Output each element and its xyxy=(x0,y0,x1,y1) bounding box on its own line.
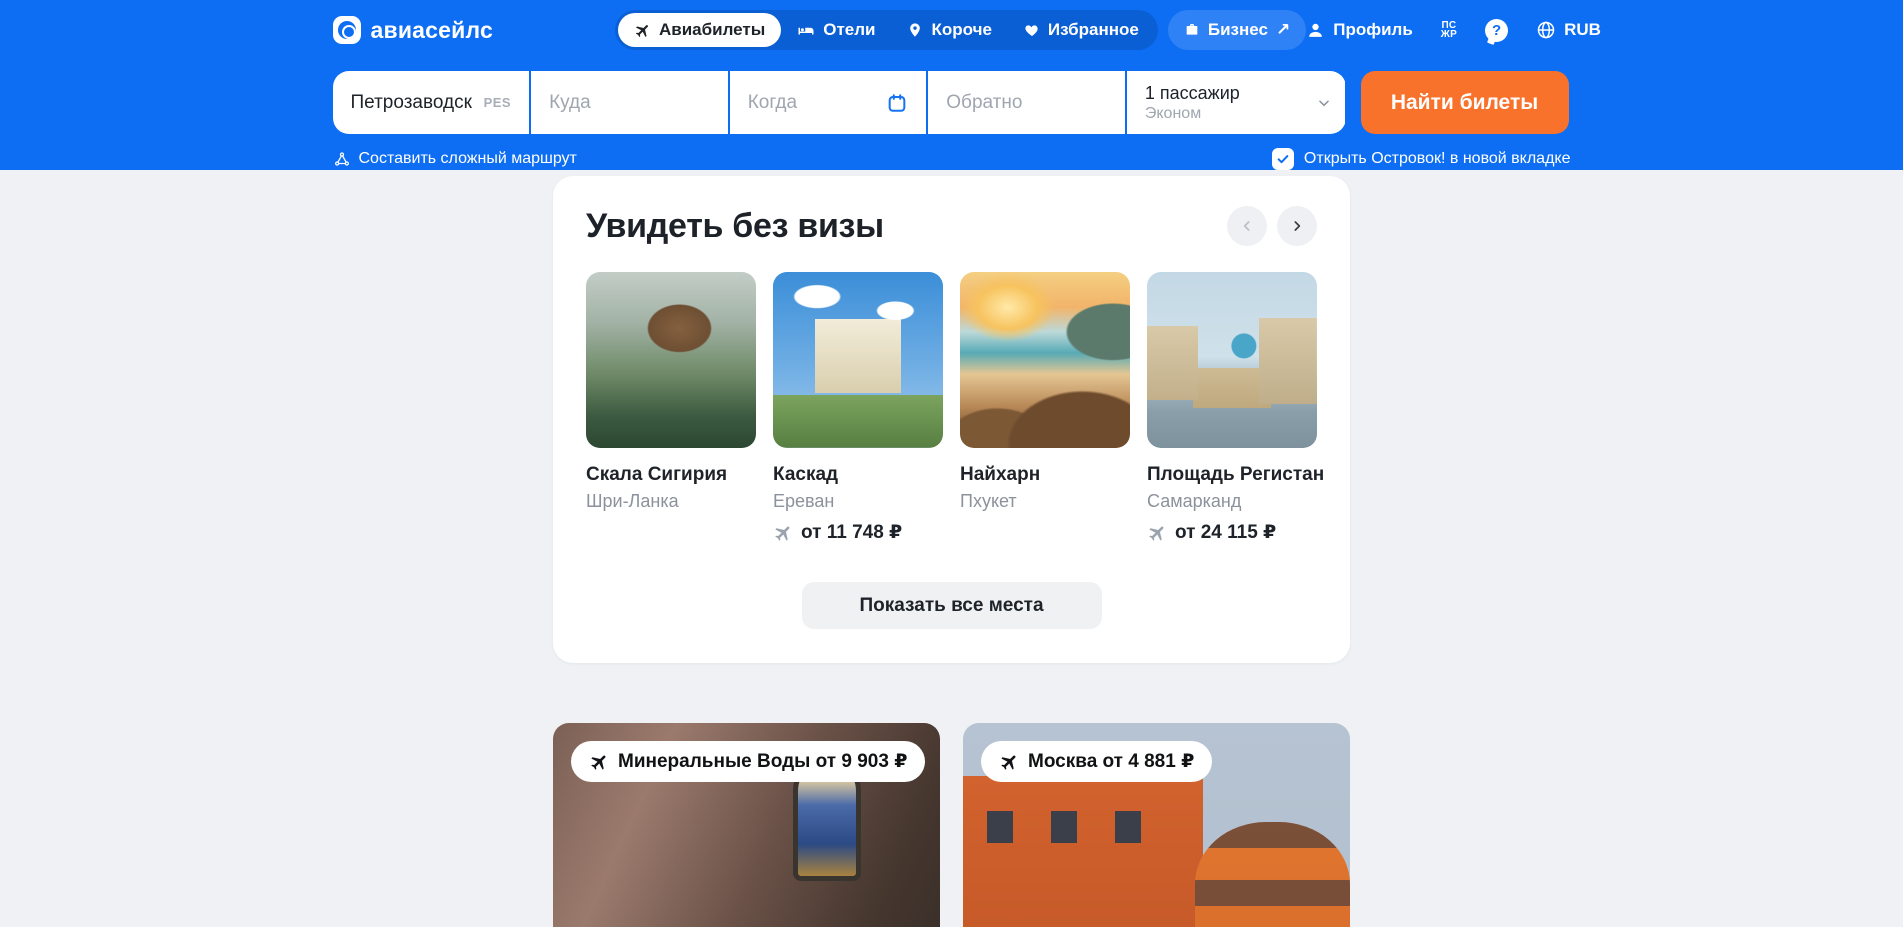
origin-iata-code: PES xyxy=(484,95,512,110)
plane-icon xyxy=(769,518,797,546)
currency-selector[interactable]: RUB xyxy=(1536,20,1601,40)
plane-icon xyxy=(1143,518,1171,546)
destination-card-sigiriya[interactable]: Скала Сигирия Шри-Ланка xyxy=(586,272,756,544)
biz-label: Бизнес xyxy=(1208,20,1268,40)
promo-badge-text: Москва от 4 881 ₽ xyxy=(1028,750,1194,773)
price-text: от 24 115 ₽ xyxy=(1175,521,1276,544)
question-mark: ? xyxy=(1492,22,1501,39)
destinations-carousel: Скала Сигирия Шри-Ланка Каскад Ереван от… xyxy=(586,272,1317,544)
complex-route-label: Составить сложный маршрут xyxy=(359,150,577,168)
promo-price-badge: Москва от 4 881 ₽ xyxy=(981,741,1212,782)
ostrovok-checkbox[interactable] xyxy=(1272,148,1294,170)
tab-label: Избранное xyxy=(1048,20,1139,40)
tab-label: Короче xyxy=(931,20,991,40)
profile-button[interactable]: Профиль xyxy=(1306,20,1413,40)
external-link-icon: ↗ xyxy=(1276,20,1290,40)
destination-title: Площадь Регистан xyxy=(1147,464,1317,486)
destination-subtitle: Ереван xyxy=(773,491,943,512)
currency-label: RUB xyxy=(1564,20,1601,40)
plane-icon xyxy=(630,18,654,42)
destination-placeholder: Куда xyxy=(549,92,591,114)
chevron-down-icon xyxy=(1317,96,1331,110)
plane-icon xyxy=(585,747,613,775)
destination-subtitle: Пхукет xyxy=(960,491,1130,512)
complex-route-link[interactable]: Составить сложный маршрут xyxy=(333,150,577,168)
price-text: от 11 748 ₽ xyxy=(801,521,902,544)
destination-image xyxy=(960,272,1130,448)
destination-image xyxy=(586,272,756,448)
lang-region-toggle[interactable]: ПС ЖР xyxy=(1441,21,1457,39)
bed-icon xyxy=(797,21,815,39)
round-building-art xyxy=(1195,822,1350,927)
nav-right-cluster: Профиль ПС ЖР ? RUB xyxy=(1306,19,1601,42)
ostrovok-checkbox-row[interactable]: Открыть Островок! в новой вкладке xyxy=(1272,148,1571,170)
destination-subtitle: Самарканд xyxy=(1147,491,1317,512)
visa-free-section: Увидеть без визы Скала Сигирия Шри-Ланка… xyxy=(553,176,1350,663)
heart-icon xyxy=(1024,22,1040,38)
tab-koroche[interactable]: Короче xyxy=(891,13,1007,47)
promo-price-badge: Минеральные Воды от 9 903 ₽ xyxy=(571,741,925,782)
tab-label: Отели xyxy=(823,20,875,40)
destination-title: Скала Сигирия xyxy=(586,464,756,486)
ostrovok-label: Открыть Островок! в новой вкладке xyxy=(1304,150,1571,168)
search-options-row: Составить сложный маршрут Открыть Остров… xyxy=(333,148,1571,170)
plane-icon xyxy=(995,747,1023,775)
destination-image xyxy=(1147,272,1317,448)
tab-label: Авиабилеты xyxy=(659,20,765,40)
carousel-next-button[interactable] xyxy=(1277,206,1317,246)
calendar-icon xyxy=(886,92,908,114)
section-title: Увидеть без визы xyxy=(586,207,884,246)
route-icon xyxy=(333,150,351,168)
carousel-prev-button[interactable] xyxy=(1227,206,1267,246)
promo-badge-text: Минеральные Воды от 9 903 ₽ xyxy=(618,750,907,773)
promo-card-mineralnye-vody[interactable]: Минеральные Воды от 9 903 ₽ xyxy=(553,723,940,927)
show-all-places-button[interactable]: Показать все места xyxy=(802,582,1102,629)
depart-date-placeholder: Когда xyxy=(748,92,797,114)
check-icon xyxy=(1276,152,1290,166)
destination-card-registan[interactable]: Площадь Регистан Самарканд от 24 115 ₽ xyxy=(1147,272,1317,544)
nav-bar: авиасейлс Авиабилеты Отели Короче Избр xyxy=(333,10,1571,50)
promo-card-moskva[interactable]: Москва от 4 881 ₽ xyxy=(963,723,1350,927)
return-date-input[interactable]: Обратно xyxy=(928,71,1125,134)
origin-value: Петрозаводск xyxy=(351,92,472,114)
cabin-class-value: Эконом xyxy=(1145,104,1201,123)
search-form: Петрозаводск PES Куда Когда Обратно 1 па… xyxy=(333,71,1571,134)
chevron-left-icon xyxy=(1239,218,1255,234)
orange-building-art xyxy=(963,776,1203,927)
promo-cards-row: Минеральные Воды от 9 903 ₽ Москва от 4 … xyxy=(553,723,1350,927)
help-icon[interactable]: ? xyxy=(1485,19,1508,42)
globe-icon xyxy=(1536,20,1556,40)
passengers-value: 1 пассажир xyxy=(1145,82,1240,104)
depart-date-input[interactable]: Когда xyxy=(730,71,927,134)
destination-price: от 24 115 ₽ xyxy=(1147,521,1317,544)
aviasales-logo-icon xyxy=(333,16,361,44)
tab-izbrannoe[interactable]: Избранное xyxy=(1008,13,1155,47)
destination-input[interactable]: Куда xyxy=(531,71,728,134)
destination-card-naiharn[interactable]: Найхарн Пхукет xyxy=(960,272,1130,544)
destination-title: Найхарн xyxy=(960,464,1130,486)
destination-image xyxy=(773,272,943,448)
destination-price: от 11 748 ₽ xyxy=(773,521,943,544)
profile-label: Профиль xyxy=(1333,20,1413,40)
passengers-selector[interactable]: 1 пассажир Эконом xyxy=(1127,71,1346,134)
top-header: авиасейлс Авиабилеты Отели Короче Избр xyxy=(0,0,1903,170)
tab-biznes[interactable]: Бизнес ↗ xyxy=(1168,10,1306,50)
tab-aviabilety[interactable]: Авиабилеты xyxy=(618,13,781,47)
user-icon xyxy=(1306,21,1325,40)
main-tabs: Авиабилеты Отели Короче Избранное xyxy=(615,10,1158,50)
destination-subtitle: Шри-Ланка xyxy=(586,491,756,512)
chevron-right-icon xyxy=(1289,218,1305,234)
logo[interactable]: авиасейлс xyxy=(333,16,493,44)
search-tickets-button[interactable]: Найти билеты xyxy=(1361,71,1569,134)
tab-oteli[interactable]: Отели xyxy=(781,13,891,47)
destination-title: Каскад xyxy=(773,464,943,486)
lang-line-2: ЖР xyxy=(1441,30,1457,39)
logo-text: авиасейлс xyxy=(371,17,493,44)
destination-card-kaskad[interactable]: Каскад Ереван от 11 748 ₽ xyxy=(773,272,943,544)
briefcase-icon xyxy=(1184,22,1200,38)
carousel-controls xyxy=(1227,206,1317,246)
origin-input[interactable]: Петрозаводск PES xyxy=(333,71,530,134)
return-date-placeholder: Обратно xyxy=(946,92,1022,114)
pin-icon xyxy=(907,22,923,38)
